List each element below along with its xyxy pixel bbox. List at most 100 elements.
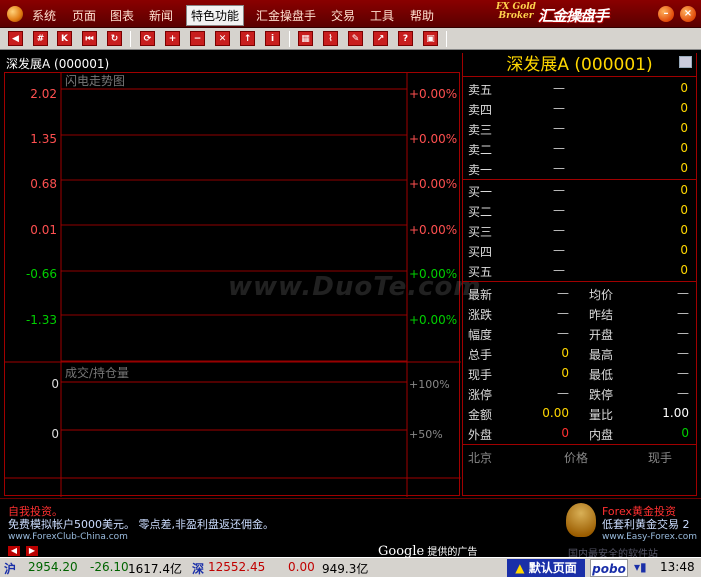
buy-level-volume: 0	[680, 243, 688, 257]
trade-header: 北京 价格 现手	[463, 446, 696, 466]
stat-label: 跌停	[589, 388, 614, 402]
pen-icon[interactable]: ✎	[348, 31, 363, 46]
pct-tick-label: +0.00%	[409, 313, 457, 327]
help-icon[interactable]: ?	[398, 31, 413, 46]
sell-level-price: —	[553, 81, 565, 95]
sell-level-row[interactable]: 卖四 — 0	[463, 98, 696, 118]
sell-level-label: 卖三	[468, 123, 493, 137]
volume-pct-label: +50%	[409, 428, 443, 441]
sell-level-label: 卖一	[468, 163, 493, 177]
sell-level-row[interactable]: 卖一 — 0	[463, 158, 696, 178]
menu-item-special[interactable]: 特色功能	[186, 5, 245, 26]
brand-en: FX Gold Broker	[496, 2, 536, 21]
sell-level-price: —	[553, 121, 565, 135]
buy-level-price: —	[553, 203, 565, 217]
arrow-up-right-icon[interactable]: ↗	[373, 31, 388, 46]
stat-value: 0	[561, 426, 569, 440]
default-page-button[interactable]: ▲ 默认页面	[507, 559, 585, 577]
stat-label: 最低	[589, 368, 614, 382]
signal-icon: ▾▮	[634, 560, 647, 574]
menu-item-chart[interactable]: 图表	[110, 7, 134, 24]
sell-level-price: —	[553, 101, 565, 115]
sell-level-volume: 0	[680, 101, 688, 115]
status-bar: 沪 2954.20 -26.10 1617.4亿 深 12552.45 0.00…	[0, 557, 701, 577]
ad-prev-icon[interactable]: ◀	[8, 546, 20, 556]
zoom-in-icon[interactable]: +	[165, 31, 180, 46]
minimize-icon[interactable]: –	[658, 6, 674, 22]
stat-label: 内盘	[589, 428, 614, 442]
sell-level-row[interactable]: 卖五 — 0	[463, 78, 696, 98]
buy-level-row[interactable]: 买四 — 0	[463, 240, 696, 260]
buy-level-row[interactable]: 买一 — 0	[463, 180, 696, 200]
stat-row: 涨跌 — 昨结 —	[463, 303, 696, 323]
volume-tick-label: 0	[51, 427, 59, 441]
ad-right-url[interactable]: www.Easy-Forex.com	[602, 532, 697, 542]
buy-level-price: —	[553, 263, 565, 277]
sz-label: 深	[192, 562, 205, 576]
ad-right-text[interactable]: 低套利黄金交易 2	[602, 516, 690, 532]
buy-level-label: 买四	[468, 245, 493, 259]
ad-next-icon[interactable]: ▶	[26, 546, 38, 556]
sell-level-row[interactable]: 卖三 — 0	[463, 118, 696, 138]
menu-item-tools[interactable]: 工具	[370, 7, 394, 24]
stat-label: 最新	[468, 288, 493, 302]
buy-level-volume: 0	[680, 223, 688, 237]
quote-title: 深发展A (000001)	[463, 53, 696, 77]
stat-label: 幅度	[468, 328, 493, 342]
stat-label: 量比	[589, 408, 614, 422]
buy-level-row[interactable]: 买二 — 0	[463, 200, 696, 220]
chart-header: 深发展A (000001)	[0, 53, 462, 71]
menu-item-page[interactable]: 页面	[72, 7, 96, 24]
refresh-icon[interactable]: ↻	[107, 31, 122, 46]
stat-label: 外盘	[468, 428, 493, 442]
zoom-out-icon[interactable]: −	[190, 31, 205, 46]
price-tick-label: 0.68	[30, 177, 57, 191]
menu-item-huijin[interactable]: 汇金操盘手	[256, 7, 316, 24]
menu-item-system[interactable]: 系统	[32, 7, 56, 24]
price-tick-label: -0.66	[26, 267, 57, 281]
stat-value: —	[677, 346, 689, 360]
stat-label: 现手	[468, 368, 493, 382]
price-tick-label: -1.33	[26, 313, 57, 327]
stat-value: —	[557, 386, 569, 400]
print-icon[interactable]: ▣	[423, 31, 438, 46]
stat-label: 均价	[589, 288, 614, 302]
buy-level-row[interactable]: 买五 — 0	[463, 260, 696, 280]
buy-level-volume: 0	[680, 263, 688, 277]
stat-value: —	[677, 366, 689, 380]
close-icon[interactable]: ×	[680, 6, 696, 22]
sh-amount: 1617.4亿	[128, 562, 182, 576]
restore-icon[interactable]	[679, 56, 692, 68]
grid-icon[interactable]: #	[33, 31, 48, 46]
ad-left-text[interactable]: 免费模拟帐户5000美元。 零点差,非盈利盘返还佣金。	[8, 516, 274, 532]
sh-index: 2954.20	[28, 560, 78, 574]
sell-level-row[interactable]: 卖二 — 0	[463, 138, 696, 158]
up-icon[interactable]: ↑	[240, 31, 255, 46]
buy-level-row[interactable]: 买三 — 0	[463, 220, 696, 240]
chart-symbol-title: 深发展A (000001)	[6, 57, 110, 71]
settings-icon[interactable]: ✕	[215, 31, 230, 46]
back-icon[interactable]: ◀	[8, 31, 23, 46]
menu-item-trade[interactable]: 交易	[331, 7, 355, 24]
stat-value: —	[557, 306, 569, 320]
first-icon[interactable]: ⏮	[82, 31, 97, 46]
pobo-button[interactable]: pobo	[590, 559, 628, 577]
menu-item-news[interactable]: 新闻	[149, 7, 173, 24]
info-icon[interactable]: i	[265, 31, 280, 46]
volume-tick-label: 0	[51, 377, 59, 391]
stat-label: 最高	[589, 348, 614, 362]
draw-icon[interactable]: ⌇	[323, 31, 338, 46]
pct-tick-label: +0.00%	[409, 132, 457, 146]
cycle-icon[interactable]: ⟳	[140, 31, 155, 46]
indicator-icon[interactable]: ▦	[298, 31, 313, 46]
ad-left-url[interactable]: www.ForexClub-China.com	[8, 532, 128, 542]
stat-value: —	[557, 326, 569, 340]
stat-value: 0.00	[542, 406, 569, 420]
stat-row: 最新 — 均价 —	[463, 283, 696, 303]
kline-icon[interactable]: K	[57, 31, 72, 46]
stat-value: 0	[681, 426, 689, 440]
menu-item-help[interactable]: 帮助	[410, 7, 434, 24]
stat-row: 现手 0 最低 —	[463, 363, 696, 383]
mascot-icon	[566, 503, 596, 537]
app-logo-icon[interactable]	[7, 6, 23, 22]
